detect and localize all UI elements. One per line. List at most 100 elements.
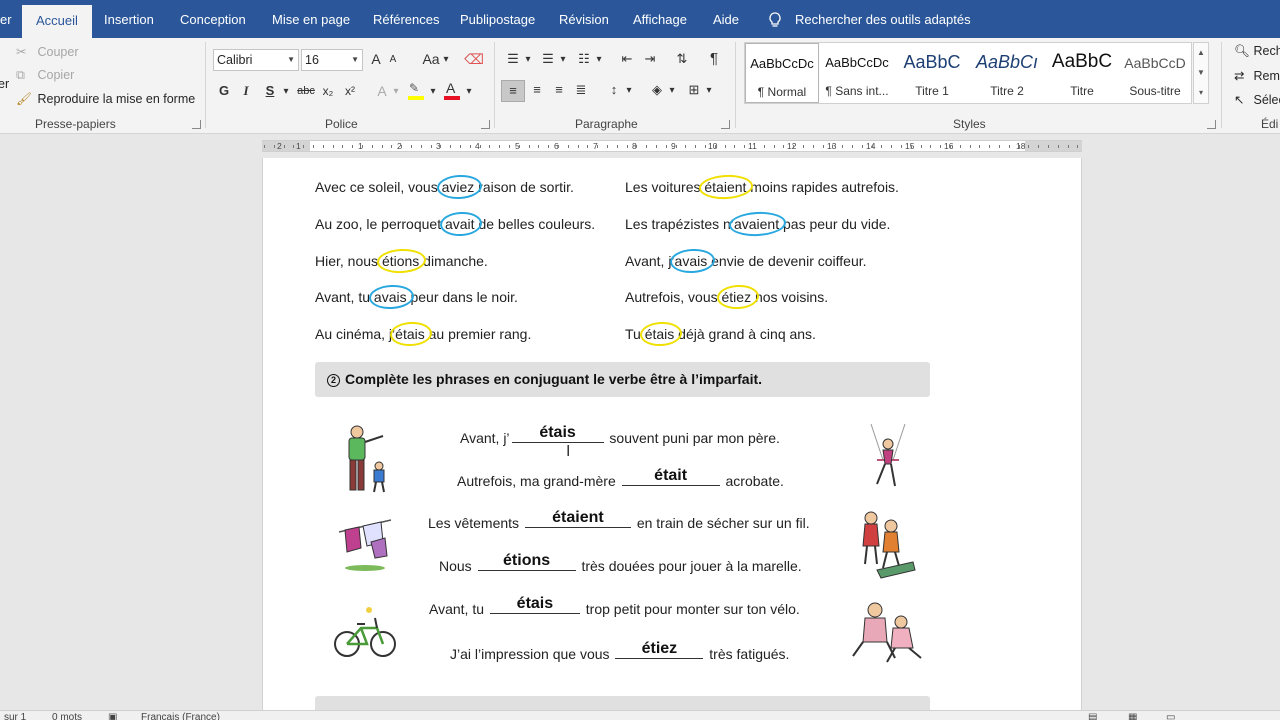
style-heading-1[interactable]: AaBbC Titre 1 — [895, 43, 969, 103]
answer-blank[interactable]: était — [621, 467, 720, 486]
tab-file[interactable]: er — [0, 0, 12, 38]
clear-formatting-icon[interactable]: ⌫ — [464, 49, 484, 71]
multilevel-list-icon[interactable]: ☷ — [574, 49, 594, 71]
sentence-text: déjà grand à cinq ans. — [674, 326, 816, 343]
word-count[interactable]: 0 mots — [52, 711, 82, 720]
style-normal[interactable]: AaBbCcDc ¶ Normal — [745, 43, 819, 103]
tab-design[interactable]: Conception — [180, 0, 246, 38]
shading-icon[interactable]: ◈ — [647, 80, 667, 102]
chevron-down-icon[interactable]: ▾ — [705, 81, 713, 103]
shrink-font-button[interactable]: A — [386, 50, 400, 72]
paragraph-launcher-icon[interactable] — [721, 120, 730, 129]
answer-blank[interactable]: étais — [489, 595, 580, 614]
subscript-button[interactable]: x₂ — [320, 81, 336, 103]
bold-button[interactable]: G — [216, 81, 232, 103]
paste-button[interactable]: er — [0, 77, 9, 91]
chevron-down-icon[interactable]: ▾ — [668, 81, 676, 103]
ruler-tick — [695, 145, 696, 148]
underline-button[interactable]: S — [262, 81, 278, 103]
web-layout-icon[interactable]: ▭ — [1166, 711, 1175, 720]
chevron-up-icon[interactable]: ▲ — [1194, 43, 1208, 63]
chevron-down-icon[interactable]: ▾ — [282, 82, 290, 104]
chevron-down-icon[interactable]: ▾ — [559, 50, 567, 72]
print-layout-icon[interactable]: ▦ — [1128, 711, 1137, 720]
group-divider — [205, 42, 206, 128]
read-mode-icon[interactable]: ▤ — [1088, 711, 1097, 720]
circled-verb: étions — [381, 252, 420, 269]
chevron-down-icon[interactable]: ▾ — [625, 81, 633, 103]
style-heading-2[interactable]: AaBbCı Titre 2 — [970, 43, 1044, 103]
styles-launcher-icon[interactable] — [1207, 120, 1216, 129]
tab-home[interactable]: Accueil — [22, 5, 92, 38]
font-color-button[interactable]: A — [442, 80, 464, 103]
chevron-down-icon[interactable]: ▾ — [442, 50, 450, 72]
highlight-button[interactable]: ✎ — [406, 81, 428, 103]
italic-button[interactable]: I — [239, 81, 253, 103]
horizontal-ruler[interactable]: 211234567891011121314151618 — [262, 140, 1082, 152]
exercise-text: souvent puni par mon père. — [605, 430, 780, 446]
chevron-down-icon[interactable]: ▾ — [392, 82, 400, 104]
group-divider — [1221, 42, 1222, 128]
answer-blank[interactable]: étais — [511, 424, 604, 443]
styles-scroll[interactable]: ▲ ▼ ▾ — [1193, 42, 1209, 104]
document-page[interactable]: Avec ce soleil, vous aviez raison de sor… — [262, 158, 1082, 718]
tab-layout[interactable]: Mise en page — [272, 0, 350, 38]
tab-review[interactable]: Révision — [559, 0, 609, 38]
chevron-down-icon[interactable]: ▾ — [465, 82, 473, 104]
sort-icon[interactable]: ⇅ — [672, 49, 692, 71]
chevron-down-icon[interactable]: ▾ — [595, 50, 603, 72]
borders-icon[interactable]: ⊞ — [684, 80, 704, 102]
clipboard-launcher-icon[interactable] — [192, 120, 201, 129]
page-count[interactable]: sur 1 — [4, 711, 26, 720]
align-right-icon[interactable]: ≡ — [549, 80, 569, 102]
circled-verb: aviez — [441, 179, 475, 195]
line-spacing-icon[interactable]: ↕ — [604, 80, 624, 102]
answer-blank[interactable]: étions — [477, 552, 576, 571]
chevron-down-icon[interactable]: ▾ — [524, 50, 532, 72]
tab-mailings[interactable]: Publipostage — [460, 0, 535, 38]
font-launcher-icon[interactable] — [481, 120, 490, 129]
expand-gallery-icon[interactable]: ▾ — [1194, 83, 1208, 103]
copy-button[interactable]: ⧉ Copier — [16, 68, 74, 83]
numbering-icon[interactable]: ☰ — [538, 49, 558, 71]
ruler-tick — [627, 145, 628, 148]
text-effects-button[interactable]: A — [374, 81, 390, 103]
style-subtitle[interactable]: AaBbCcD Sous-titre — [1118, 43, 1192, 103]
language[interactable]: Français (France) — [141, 711, 220, 720]
exercise-text: acrobate. — [721, 473, 784, 489]
justify-icon[interactable]: ≣ — [571, 80, 591, 102]
show-formatting-button[interactable]: ¶ — [704, 49, 724, 71]
select-button[interactable]: ↖ Sélec — [1234, 92, 1280, 107]
style-title[interactable]: AaBbC Titre — [1045, 43, 1119, 103]
text-cursor-icon: I — [566, 443, 571, 460]
cut-button[interactable]: ✂ Couper — [16, 44, 78, 59]
style-no-spacing[interactable]: AaBbCcDc ¶ Sans int... — [820, 43, 894, 103]
chevron-down-icon[interactable]: ▼ — [1194, 63, 1208, 83]
tab-references[interactable]: Références — [373, 0, 439, 38]
superscript-button[interactable]: x² — [342, 81, 358, 103]
change-case-button[interactable]: Aa — [420, 49, 442, 71]
decrease-indent-icon[interactable]: ⇤ — [617, 49, 637, 71]
ruler-tick — [999, 145, 1000, 148]
format-painter-button[interactable]: 🖌 Reproduire la mise en forme — [16, 92, 195, 107]
font-name-combo[interactable]: Calibri ▼ — [213, 49, 299, 71]
exercise-line: Autrefois, ma grand-mère était acrobate. — [457, 467, 784, 489]
answer-blank[interactable]: étaient — [524, 509, 631, 528]
answer-blank[interactable]: étiez — [615, 640, 704, 659]
strikethrough-button[interactable]: abc — [294, 81, 318, 103]
font-size-combo[interactable]: 16 ▼ — [301, 49, 363, 71]
sentence-text: Autrefois, vous — [625, 289, 722, 306]
align-left-icon[interactable]: ≡ — [501, 80, 525, 102]
bullets-icon[interactable]: ☰ — [503, 49, 523, 71]
sentence-text: envie de devenir coiffeur. — [707, 252, 867, 269]
align-center-icon[interactable]: ≡ — [527, 80, 547, 102]
chevron-down-icon[interactable]: ▾ — [429, 82, 437, 104]
tab-view[interactable]: Affichage — [633, 0, 687, 38]
tab-help[interactable]: Aide — [713, 0, 739, 38]
tab-insert[interactable]: Insertion — [104, 0, 154, 38]
proofing-icon[interactable]: ▣ — [108, 711, 117, 720]
find-button[interactable]: 🔍︎ Rech — [1234, 44, 1280, 59]
grow-font-button[interactable]: A — [368, 49, 384, 71]
replace-button[interactable]: ⇄ Remp — [1234, 68, 1280, 83]
increase-indent-icon[interactable]: ⇥ — [640, 49, 660, 71]
